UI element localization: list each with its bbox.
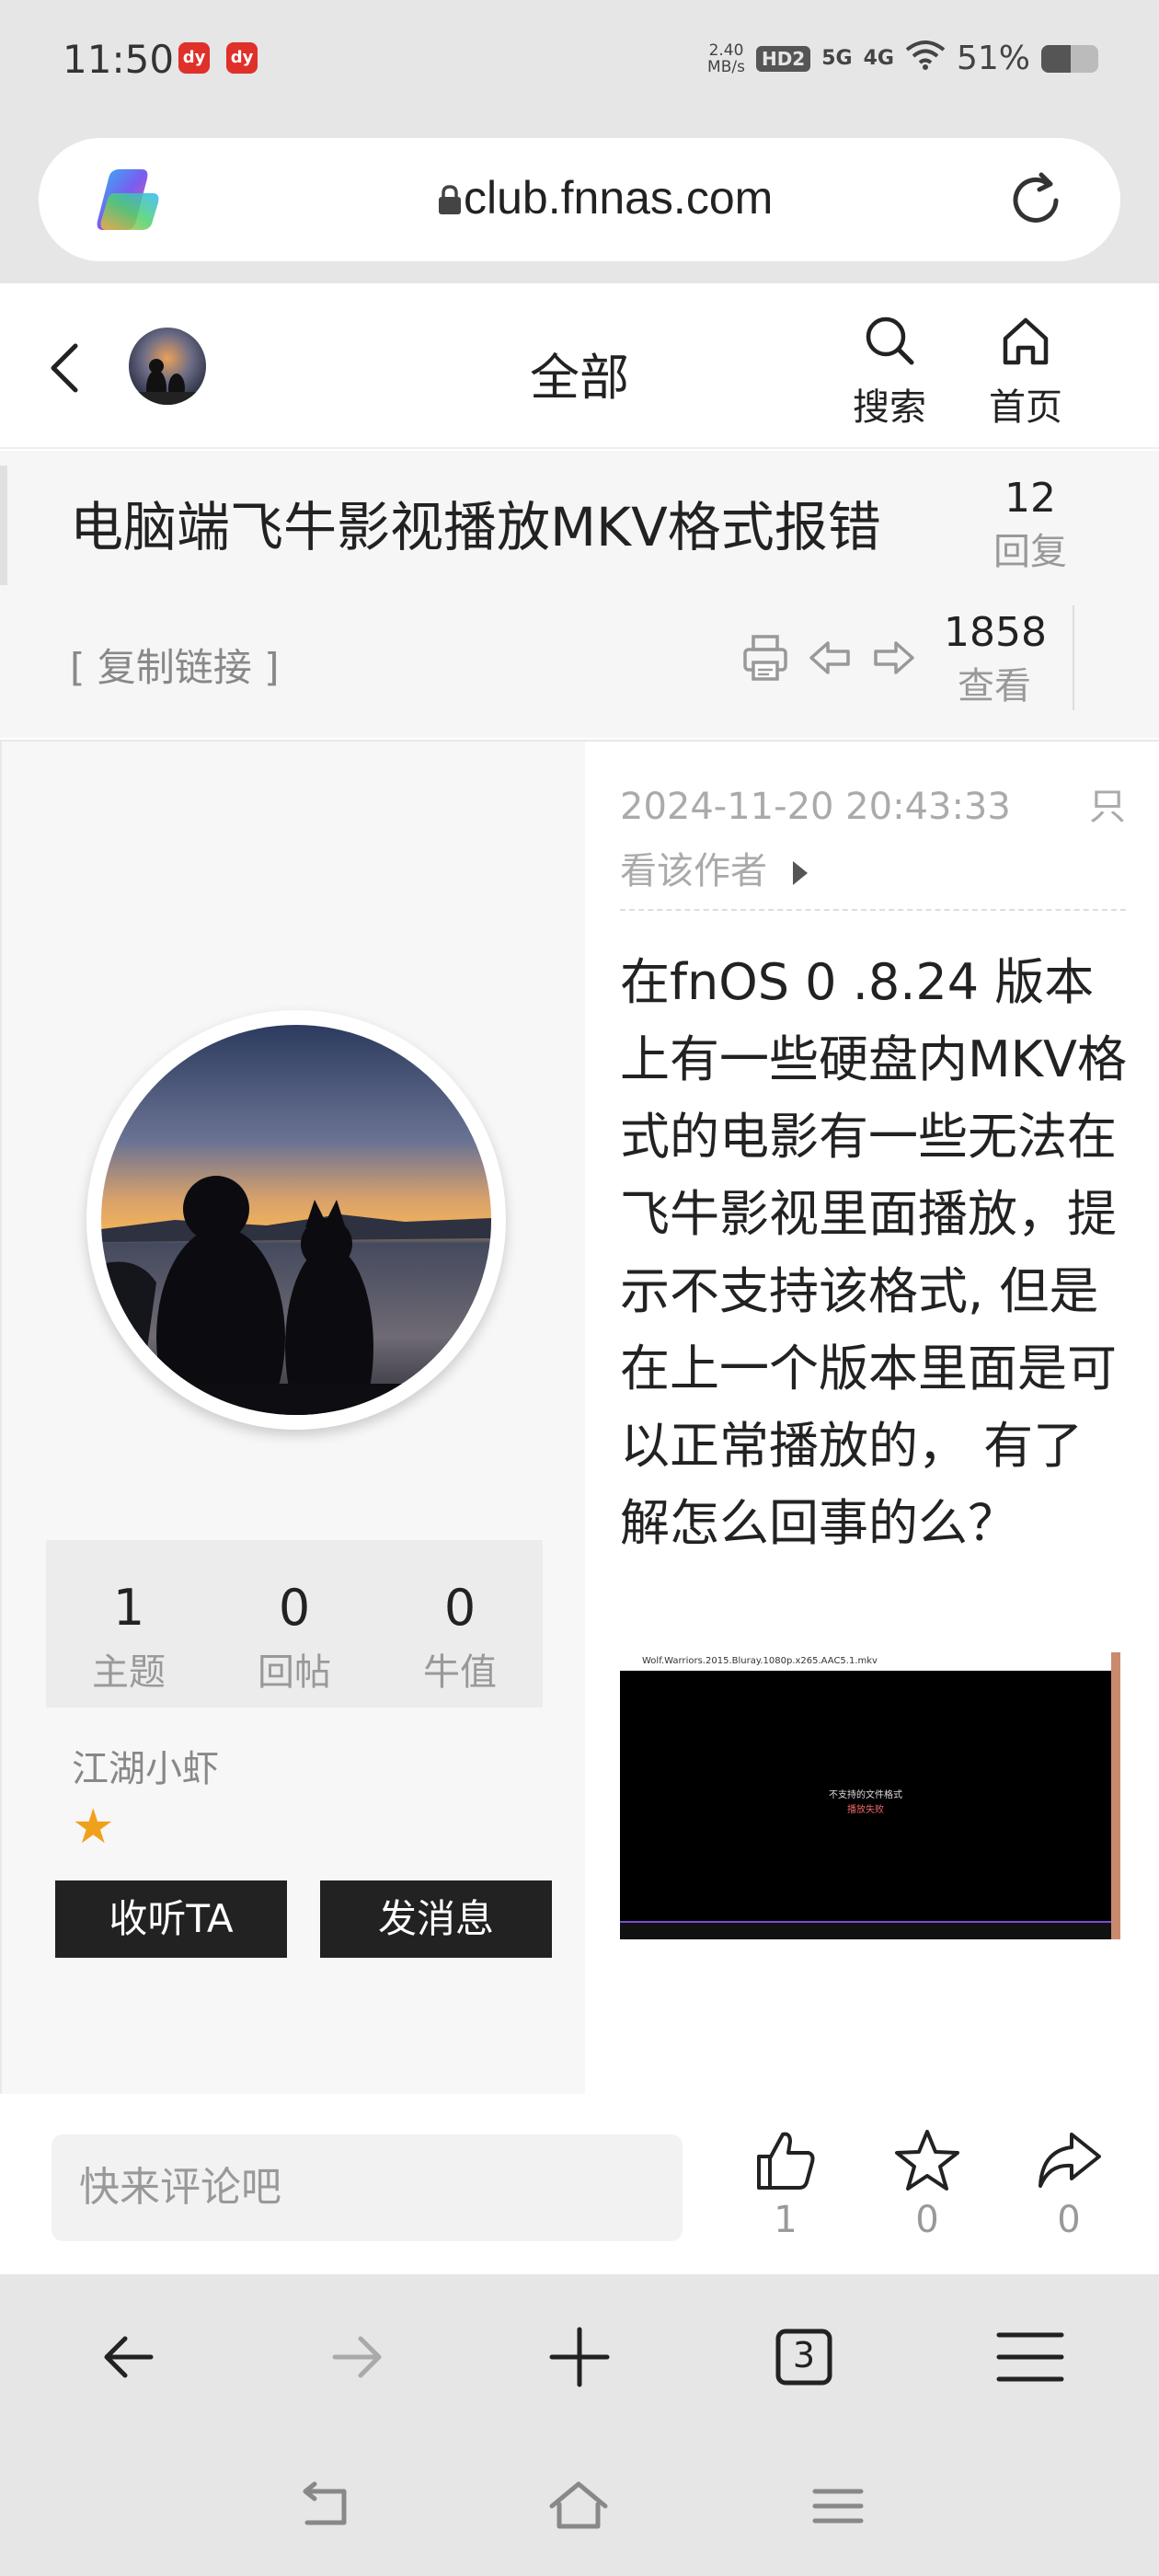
reply-count: 12 回复 bbox=[993, 475, 1067, 573]
left-edge-tab bbox=[0, 466, 7, 585]
thread-header: 电脑端飞牛影视播放MKV格式报错 12 回复 [ 复制链接 ] 1858 查看 bbox=[0, 451, 1159, 738]
thumbs-up-icon bbox=[757, 2132, 815, 2190]
status-time: 11:50 bbox=[63, 37, 175, 82]
previous-thread-icon[interactable] bbox=[806, 633, 854, 683]
share-icon bbox=[1039, 2133, 1101, 2188]
reload-icon[interactable] bbox=[1004, 169, 1067, 232]
copilot-logo-icon[interactable] bbox=[92, 166, 164, 234]
battery-icon bbox=[1041, 44, 1098, 73]
browser-toolbar: 3 bbox=[0, 2274, 1159, 2440]
author-only-link[interactable]: 看该作者 bbox=[620, 850, 767, 892]
network-speed: 2.40 MB/s bbox=[707, 40, 745, 76]
search-label: 搜索 bbox=[853, 386, 926, 429]
comment-bar: 快来评论吧 1 0 0 bbox=[0, 2094, 1159, 2274]
home-icon bbox=[1003, 317, 1049, 365]
search-button[interactable]: 搜索 bbox=[848, 313, 931, 431]
signal-4g-icon: 4G bbox=[863, 47, 894, 70]
system-back-icon[interactable] bbox=[293, 2478, 357, 2534]
back-icon[interactable] bbox=[94, 2320, 167, 2394]
home-button[interactable]: 首页 bbox=[984, 313, 1067, 431]
author-avatar-image bbox=[101, 1025, 491, 1415]
stat-threads[interactable]: 1 主题 bbox=[46, 1540, 212, 1708]
home-label: 首页 bbox=[989, 386, 1062, 429]
stat-points[interactable]: 0 牛值 bbox=[377, 1540, 543, 1708]
post-area: 1 主题 0 回帖 0 牛值 江湖小虾 ★ 收听TA 发消息 2024-11-2… bbox=[0, 740, 1159, 2094]
system-navigation bbox=[0, 2440, 1159, 2576]
copy-link-button[interactable]: [ 复制链接 ] bbox=[70, 637, 279, 693]
wifi-icon bbox=[905, 39, 946, 78]
print-icon[interactable] bbox=[741, 633, 789, 683]
author-panel: 1 主题 0 回帖 0 牛值 江湖小虾 ★ 收听TA 发消息 bbox=[0, 742, 585, 2094]
post-body: 2024-11-20 20:43:33 只 看该作者 在fnOS 0 .8.24… bbox=[585, 742, 1159, 2094]
url-text[interactable]: club.fnnas.com bbox=[464, 171, 773, 224]
signal-5g-icon: 5G bbox=[821, 47, 853, 70]
address-bar[interactable]: club.fnnas.com bbox=[39, 138, 1120, 261]
search-icon bbox=[866, 316, 914, 365]
battery-percent: 51% bbox=[956, 40, 1030, 77]
menu-icon[interactable] bbox=[993, 2320, 1067, 2394]
favorite-button[interactable]: 0 bbox=[881, 2127, 973, 2241]
lock-icon bbox=[439, 185, 461, 214]
view-count: 1858 查看 bbox=[944, 609, 1047, 707]
author-only-link[interactable]: 只 bbox=[1089, 775, 1126, 839]
comment-input[interactable]: 快来评论吧 bbox=[52, 2134, 683, 2241]
new-tab-icon[interactable] bbox=[543, 2320, 616, 2394]
author-name[interactable]: 江湖小虾 bbox=[72, 1739, 219, 1792]
battery-level bbox=[1041, 44, 1071, 73]
post-image[interactable]: Wolf.Warriors.2015.Bluray.1080p.x265.AAC… bbox=[620, 1652, 1120, 1939]
share-button[interactable]: 0 bbox=[1023, 2127, 1115, 2241]
player-controls bbox=[620, 1921, 1111, 1939]
author-avatar[interactable] bbox=[86, 1010, 506, 1430]
stat-replies[interactable]: 0 回帖 bbox=[212, 1540, 377, 1708]
star-rating-icon: ★ bbox=[72, 1800, 115, 1855]
caret-right-icon[interactable] bbox=[793, 861, 808, 885]
thread-title: 电脑端飞牛影视播放MKV格式报错 bbox=[70, 496, 881, 558]
post-timestamp: 2024-11-20 20:43:33 bbox=[620, 786, 1011, 828]
system-home-icon[interactable] bbox=[546, 2478, 611, 2534]
star-icon bbox=[895, 2130, 959, 2191]
author-stats: 1 主题 0 回帖 0 牛值 bbox=[46, 1540, 543, 1708]
follow-button[interactable]: 收听TA bbox=[55, 1880, 287, 1958]
divider bbox=[1073, 605, 1074, 710]
notification-app-icon: dy bbox=[226, 42, 258, 74]
thread-tools bbox=[741, 633, 918, 683]
hd-voice-icon: HD2 bbox=[755, 45, 811, 72]
message-button[interactable]: 发消息 bbox=[320, 1880, 552, 1958]
post-meta: 2024-11-20 20:43:33 只 看该作者 bbox=[620, 775, 1126, 911]
like-button[interactable]: 1 bbox=[740, 2127, 832, 2241]
page-header: 全部 搜索 首页 bbox=[0, 283, 1159, 449]
forward-icon bbox=[332, 2336, 382, 2378]
system-recents-icon[interactable] bbox=[806, 2478, 870, 2534]
status-bar: 11:50 dy dy 2.40 MB/s HD2 5G 4G 51% bbox=[0, 0, 1159, 129]
web-page: 全部 搜索 首页 电脑端飞牛影视播放MKV格式报错 12 回复 [ 复制链接 ]… bbox=[0, 283, 1159, 2274]
status-indicators: 2.40 MB/s HD2 5G 4G 51% bbox=[707, 39, 1098, 78]
tab-count: 3 bbox=[792, 2335, 816, 2375]
next-thread-icon[interactable] bbox=[870, 633, 918, 683]
tabs-button[interactable]: 3 bbox=[767, 2320, 841, 2394]
post-content: 在fnOS 0 .8.24 版本上有一些硬盘内MKV格式的电影有一些无法在飞牛影… bbox=[620, 953, 1127, 1552]
player-title-bar: Wolf.Warriors.2015.Bluray.1080p.x265.AAC… bbox=[620, 1652, 1111, 1671]
notification-app-icon: dy bbox=[178, 42, 210, 74]
player-error: 不支持的文件格式 播放失败 bbox=[829, 1790, 902, 1815]
